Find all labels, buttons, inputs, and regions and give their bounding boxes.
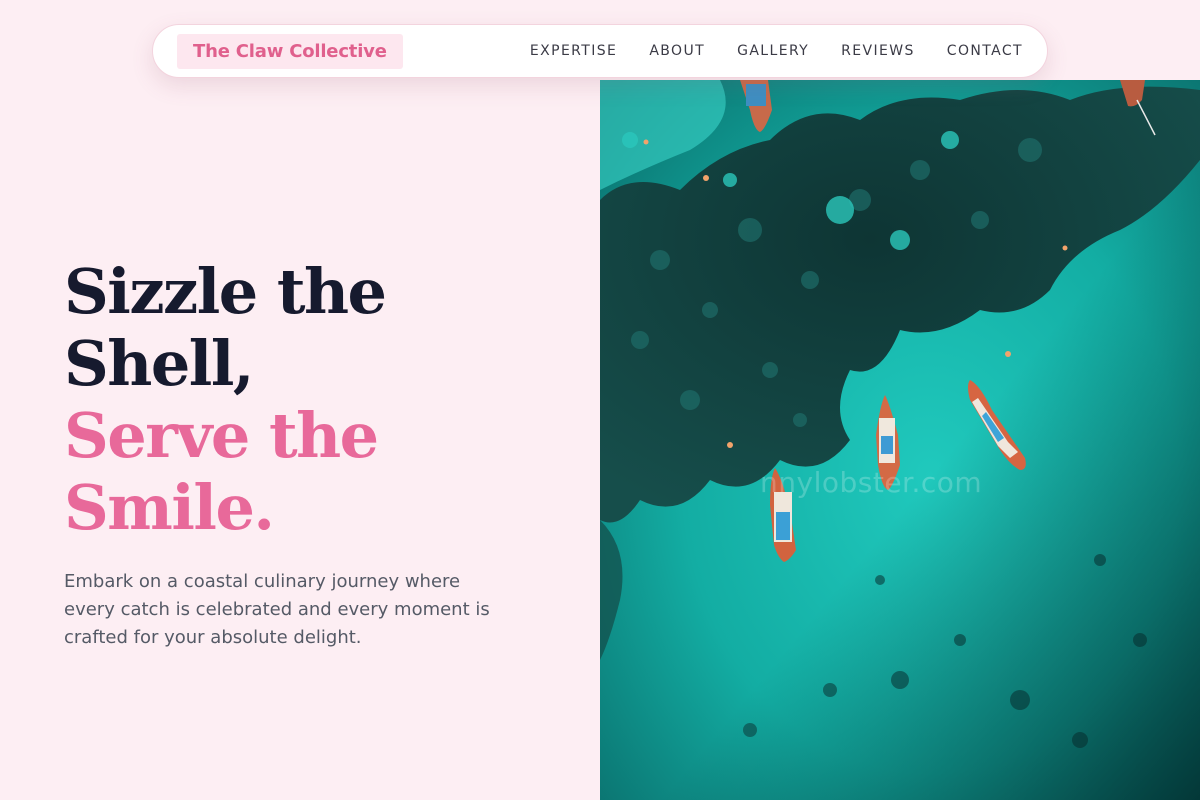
headline-line-4-accent: Smile. [64, 471, 275, 544]
nav-link-gallery[interactable]: GALLERY [737, 43, 809, 59]
hero-photo: nnylobster.com [600, 80, 1200, 800]
hero-description: Embark on a coastal culinary journey whe… [64, 571, 490, 648]
hero-section: Sizzle the Shell, Serve the Smile. Embar… [64, 256, 544, 652]
nav-link-about[interactable]: ABOUT [649, 43, 705, 59]
hero-headline: Sizzle the Shell, Serve the Smile. [64, 256, 544, 544]
nav-link-contact[interactable]: CONTACT [947, 43, 1023, 59]
headline-line-2: Shell, [64, 327, 255, 400]
photo-watermark: nnylobster.com [760, 466, 983, 499]
headline-line-1: Sizzle the [64, 255, 387, 328]
nav-link-reviews[interactable]: REVIEWS [841, 43, 915, 59]
top-nav: The Claw Collective EXPERTISE ABOUT GALL… [152, 24, 1048, 78]
brand-logo-link[interactable]: The Claw Collective [177, 33, 403, 69]
sea-boats-illustration [600, 80, 1200, 800]
nav-links: EXPERTISE ABOUT GALLERY REVIEWS CONTACT [530, 43, 1023, 59]
headline-line-3-accent: Serve the [64, 399, 379, 472]
nav-link-expertise[interactable]: EXPERTISE [530, 43, 617, 59]
